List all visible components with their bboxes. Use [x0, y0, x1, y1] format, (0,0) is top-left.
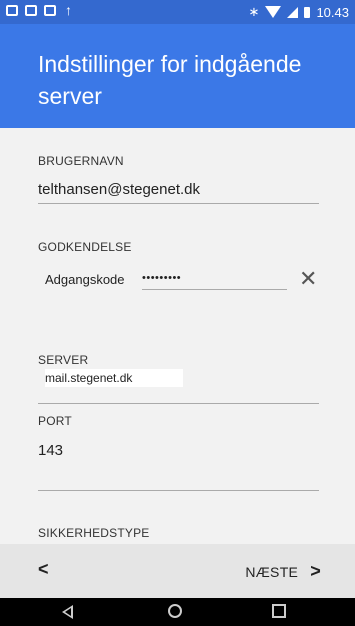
page-title: Indstillinger for indgående server	[38, 51, 302, 109]
server-underline	[38, 403, 319, 404]
chevron-right-icon: >	[310, 561, 321, 581]
status-time: 10.43	[316, 4, 349, 20]
nav-back-icon[interactable]	[62, 605, 73, 619]
signal-icon	[287, 6, 299, 18]
bottom-bar: < NÆSTE >	[0, 544, 355, 598]
password-underline	[142, 289, 287, 290]
server-field[interactable]: mail.stegenet.dk	[45, 369, 183, 387]
password-label: Adgangskode	[45, 272, 125, 287]
notification-icons: ↑	[6, 3, 72, 17]
settings-form: BRUGERNAVN telthansen@stegenet.dk GODKEN…	[0, 128, 355, 544]
port-label: PORT	[38, 414, 72, 428]
mail-icon	[6, 4, 18, 16]
wifi-icon	[265, 6, 282, 18]
app-header: Indstillinger for indgående server	[0, 24, 355, 128]
system-nav-bar	[0, 598, 355, 626]
username-field[interactable]: telthansen@stegenet.dk	[38, 181, 200, 198]
auth-label: GODKENDELSE	[38, 240, 132, 254]
mail-icon	[44, 4, 56, 16]
image-icon	[25, 4, 37, 16]
clear-password-icon[interactable]: ✕	[299, 268, 317, 290]
next-button-label: NÆSTE	[245, 563, 299, 580]
system-icons: ∗ 10.43	[249, 4, 349, 20]
nav-home-icon[interactable]	[168, 604, 182, 618]
username-underline	[38, 203, 319, 204]
bluetooth-icon: ∗	[248, 4, 260, 19]
port-underline	[38, 490, 319, 491]
battery-icon	[304, 6, 311, 18]
password-field[interactable]: •••••••••	[142, 272, 181, 284]
username-label: BRUGERNAVN	[38, 154, 124, 168]
nav-recents-icon[interactable]	[272, 604, 286, 618]
next-button[interactable]: NÆSTE >	[245, 561, 321, 582]
server-label: SERVER	[38, 353, 89, 367]
status-bar: ↑ ∗ 10.43	[0, 0, 355, 24]
security-type-label: SIKKERHEDSTYPE	[38, 526, 150, 540]
port-field[interactable]: 143	[38, 442, 63, 459]
upload-icon: ↑	[65, 2, 72, 18]
back-button[interactable]: <	[38, 559, 49, 580]
